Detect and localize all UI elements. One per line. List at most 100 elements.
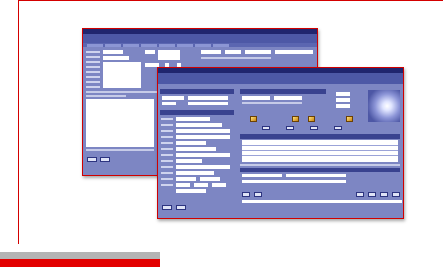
back-field-label	[86, 61, 100, 63]
front-window-button[interactable]	[368, 192, 376, 197]
back-input-panel[interactable]	[103, 62, 141, 88]
front-input-field[interactable]	[188, 102, 228, 105]
front-field-label	[161, 142, 173, 144]
back-input-field[interactable]	[245, 50, 271, 54]
front-field-label	[161, 136, 173, 138]
back-tab-6[interactable]	[177, 43, 193, 47]
front-small-button[interactable]	[310, 126, 318, 130]
front-input-field[interactable]	[200, 177, 220, 181]
back-input-field[interactable]	[103, 56, 129, 60]
front-lower-header-bar	[240, 168, 400, 172]
back-info-row	[201, 57, 271, 59]
back-tab-8[interactable]	[213, 43, 229, 47]
back-field-label	[86, 71, 100, 73]
back-input-field[interactable]	[103, 50, 123, 54]
front-input-field[interactable]	[176, 171, 214, 175]
back-input-field[interactable]	[275, 50, 313, 54]
back-list-footer	[86, 149, 154, 151]
back-field-label	[86, 66, 100, 68]
back-window-button[interactable]	[87, 157, 97, 162]
front-field-label	[161, 172, 173, 174]
front-window-button[interactable]	[254, 192, 262, 197]
front-field-label	[161, 184, 173, 186]
front-field-label	[161, 148, 173, 150]
front-input-field[interactable]	[242, 180, 346, 183]
front-input-field[interactable]	[176, 141, 206, 145]
front-input-field[interactable]	[162, 102, 176, 105]
back-window-button[interactable]	[100, 157, 110, 162]
front-small-button[interactable]	[262, 126, 270, 130]
front-input-field[interactable]	[162, 96, 184, 100]
front-window-button[interactable]	[380, 192, 388, 197]
cube-icon[interactable]	[250, 116, 257, 122]
front-input-field[interactable]	[176, 165, 230, 169]
front-field-label	[161, 154, 173, 156]
back-tab-5[interactable]	[159, 43, 175, 47]
front-section-header-1	[160, 89, 234, 94]
back-window-tab-bar	[83, 43, 317, 47]
back-field-label	[86, 56, 100, 58]
front-input-field[interactable]	[176, 147, 216, 151]
front-input-field[interactable]	[336, 104, 350, 108]
front-window-button[interactable]	[162, 205, 172, 210]
red-accent-bar	[0, 259, 160, 267]
front-input-field[interactable]	[336, 92, 350, 96]
front-window-button[interactable]	[392, 192, 400, 197]
front-input-field[interactable]	[274, 96, 302, 100]
front-section-header-3	[240, 89, 326, 94]
front-window-button[interactable]	[356, 192, 364, 197]
back-tab-7[interactable]	[195, 43, 211, 47]
table-row[interactable]	[242, 150, 398, 151]
cube-icon[interactable]	[292, 116, 299, 122]
front-window-button[interactable]	[242, 192, 250, 197]
front-field-label	[161, 178, 173, 180]
front-data-table[interactable]	[242, 140, 398, 162]
front-input-field[interactable]	[176, 159, 202, 163]
front-section-header-2	[160, 110, 234, 115]
back-tab-3[interactable]	[123, 43, 139, 47]
preview-glow-image	[368, 90, 400, 122]
front-input-field[interactable]	[176, 135, 230, 139]
back-field-label	[86, 51, 100, 53]
back-tab-1[interactable]	[87, 43, 103, 47]
front-input-field[interactable]	[212, 183, 226, 187]
front-input-field[interactable]	[176, 189, 206, 193]
front-small-button[interactable]	[286, 126, 294, 130]
table-row[interactable]	[242, 145, 398, 146]
front-input-field[interactable]	[176, 117, 210, 121]
front-input-field[interactable]	[176, 153, 230, 157]
front-input-field[interactable]	[242, 174, 282, 177]
front-input-field[interactable]	[176, 183, 190, 187]
front-table-header-bar	[240, 134, 400, 139]
front-input-field[interactable]	[176, 123, 222, 127]
front-input-field[interactable]	[176, 177, 196, 181]
back-input-field[interactable]	[145, 50, 155, 54]
front-small-button[interactable]	[334, 126, 342, 130]
front-field-label	[161, 124, 173, 126]
back-list-panel[interactable]	[86, 99, 154, 147]
front-field-label	[161, 118, 173, 120]
front-input-field[interactable]	[336, 98, 350, 102]
back-input-field[interactable]	[158, 50, 180, 60]
front-window-button[interactable]	[176, 205, 186, 210]
cube-icon[interactable]	[308, 116, 315, 122]
front-input-field[interactable]	[242, 96, 270, 100]
back-tab-4[interactable]	[141, 43, 157, 47]
front-field-label	[161, 160, 173, 162]
back-field-label	[86, 86, 100, 88]
front-input-field[interactable]	[188, 96, 228, 100]
front-separator	[240, 164, 400, 166]
front-input-field[interactable]	[286, 174, 346, 177]
front-field-label	[161, 130, 173, 132]
front-input-field[interactable]	[176, 129, 230, 133]
front-info-row	[242, 102, 302, 104]
front-window-header	[158, 73, 403, 84]
back-input-field[interactable]	[201, 50, 221, 54]
table-row[interactable]	[242, 155, 398, 156]
cube-icon[interactable]	[346, 116, 353, 122]
front-input-field[interactable]	[194, 183, 208, 187]
back-tab-2[interactable]	[105, 43, 121, 47]
front-field-label	[161, 166, 173, 168]
back-input-field[interactable]	[225, 50, 241, 54]
front-status-field	[242, 200, 402, 203]
